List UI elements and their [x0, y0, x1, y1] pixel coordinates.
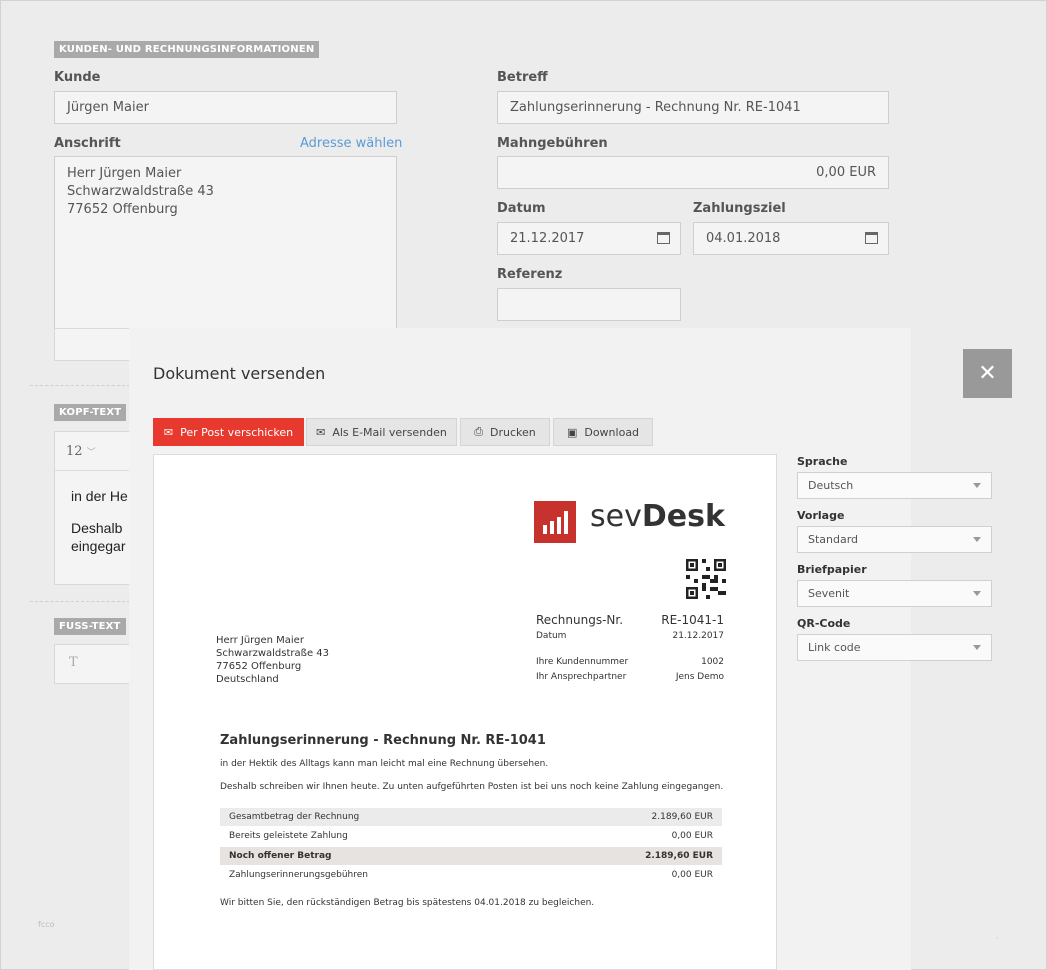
doc-datum-value: 21.12.2017: [672, 631, 724, 641]
kundennummer-label: Ihre Kundennummer: [536, 657, 629, 667]
anschrift-line: Schwarzwaldstraße 43: [67, 184, 214, 199]
section-label-kopftext: KOPF-TEXT: [54, 404, 127, 421]
briefpapier-select[interactable]: Sevenit: [797, 580, 992, 607]
datum-input[interactable]: 21.12.2017: [497, 222, 681, 255]
betreff-input[interactable]: Zahlungserinnerung - Rechnung Nr. RE-104…: [497, 91, 889, 124]
anschrift-line: 77652 Offenburg: [67, 202, 178, 217]
tab-download[interactable]: ▣ Download: [553, 418, 653, 446]
sevdesk-logo-icon: [534, 501, 576, 543]
anschrift-textarea[interactable]: Herr Jürgen Maier Schwarzwaldstraße 43 7…: [54, 156, 397, 329]
tab-label: Drucken: [490, 425, 536, 439]
tab-label: Download: [584, 425, 640, 439]
fusstext-editor[interactable]: T: [54, 644, 134, 684]
caret-down-icon: [973, 483, 981, 488]
tab-drucken[interactable]: ⎙ Drucken: [460, 418, 550, 446]
referenz-input[interactable]: [497, 288, 681, 321]
send-document-modal: Dokument versenden ✉ Per Post verschicke…: [129, 328, 992, 970]
close-icon: ✕: [978, 360, 997, 386]
divider: [30, 385, 130, 386]
ansprechpartner-value: Jens Demo: [675, 672, 724, 682]
zahlungsziel-label: Zahlungsziel: [693, 201, 786, 216]
datum-value: 21.12.2017: [510, 231, 585, 246]
tab-label: Als E-Mail versenden: [332, 425, 447, 439]
kundennummer-value: 1002: [701, 657, 724, 667]
recipient-address-line: Deutschland: [216, 674, 279, 685]
zahlungsziel-input[interactable]: 04.01.2018: [693, 222, 889, 255]
kopftext-line: in der He: [71, 488, 128, 504]
recipient-address-line: 77652 Offenburg: [216, 661, 302, 672]
save-icon: ▣: [566, 425, 578, 439]
rechnungsnr-label: Rechnungs-Nr.: [536, 613, 624, 627]
recipient-address-line: Schwarzwaldstraße 43: [216, 648, 330, 659]
document-intro-1: in der Hektik des Alltags kann man leich…: [220, 759, 549, 769]
rechnungsnr-value: RE-1041-1: [661, 613, 724, 627]
footer-mark-right: ·: [996, 934, 999, 943]
envelope-icon: ✉: [163, 425, 174, 439]
ansprechpartner-label: Ihr Ansprechpartner: [536, 672, 627, 682]
qrcode-select[interactable]: Link code: [797, 634, 992, 661]
calendar-icon[interactable]: [865, 232, 878, 244]
zahlungsziel-value: 04.01.2018: [706, 231, 781, 246]
sevdesk-logo-text: sevDesk: [590, 499, 725, 534]
editor-toolbar-divider: [55, 470, 135, 471]
document-preview: sevDesk Rechnungs-Nr. RE-1041-1 Datum 21…: [153, 454, 777, 970]
kopftext-line: Deshalb: [71, 520, 123, 536]
recipient-address-line: Herr Jürgen Maier: [216, 635, 304, 646]
doc-datum-label: Datum: [536, 631, 567, 641]
mahngebuehren-input[interactable]: 0,00 EUR: [497, 156, 889, 189]
datum-label: Datum: [497, 201, 546, 216]
modal-title: Dokument versenden: [153, 364, 326, 383]
vorlage-label: Vorlage: [797, 509, 845, 522]
caret-down-icon: [973, 591, 981, 596]
caret-down-icon: [973, 645, 981, 650]
qrcode-label: QR-Code: [797, 617, 851, 630]
vorlage-select[interactable]: Standard: [797, 526, 992, 553]
qr-code-icon: [686, 559, 726, 599]
divider: [30, 601, 130, 602]
footer-mark-left: fcco: [38, 920, 55, 929]
tab-email[interactable]: ✉ Als E-Mail versenden: [306, 418, 457, 446]
font-size-select[interactable]: 12 ﹀: [66, 444, 96, 459]
tab-label: Per Post verschicken: [180, 425, 294, 439]
kopftext-editor[interactable]: 12 ﹀ in der He Deshalb eingegar: [54, 431, 135, 585]
envelope-icon: ✉: [316, 425, 326, 439]
chevron-down-icon: ﹀: [86, 448, 96, 458]
betreff-label: Betreff: [497, 70, 548, 85]
document-intro-2: Deshalb schreiben wir Ihnen heute. Zu un…: [220, 782, 724, 792]
caret-down-icon: [973, 537, 981, 542]
briefpapier-label: Briefpapier: [797, 563, 867, 576]
kopftext-line: eingegar: [71, 538, 126, 554]
summary-row: Zahlungserinnerungsgebühren 0,00 EUR: [229, 870, 713, 880]
text-format-icon[interactable]: T: [69, 655, 78, 670]
summary-row: Noch offener Betrag 2.189,60 EUR: [220, 847, 722, 865]
document-heading: Zahlungserinnerung - Rechnung Nr. RE-104…: [220, 733, 546, 748]
referenz-label: Referenz: [497, 267, 563, 282]
document-closing: Wir bitten Sie, den rückständigen Betrag…: [220, 898, 595, 908]
adresse-waehlen-link[interactable]: Adresse wählen: [300, 136, 402, 151]
section-label-kunden: KUNDEN- UND RECHNUNGSINFORMATIONEN: [54, 41, 320, 58]
tab-per-post[interactable]: ✉ Per Post verschicken: [153, 418, 304, 446]
summary-row: Bereits geleistete Zahlung 0,00 EUR: [229, 831, 713, 841]
calendar-icon[interactable]: [657, 232, 670, 244]
printer-icon: ⎙: [474, 425, 484, 438]
anschrift-label: Anschrift: [54, 136, 121, 151]
kunde-input[interactable]: Jürgen Maier: [54, 91, 397, 124]
sprache-select[interactable]: Deutsch: [797, 472, 992, 499]
mahngebuehren-label: Mahngebühren: [497, 136, 608, 151]
summary-row: Gesamtbetrag der Rechnung 2.189,60 EUR: [220, 808, 722, 826]
section-label-fusstext: FUSS-TEXT: [54, 618, 126, 635]
sprache-label: Sprache: [797, 455, 848, 468]
anschrift-line: Herr Jürgen Maier: [67, 166, 182, 181]
kunde-label: Kunde: [54, 70, 101, 85]
close-modal-button[interactable]: ✕: [963, 349, 1012, 398]
